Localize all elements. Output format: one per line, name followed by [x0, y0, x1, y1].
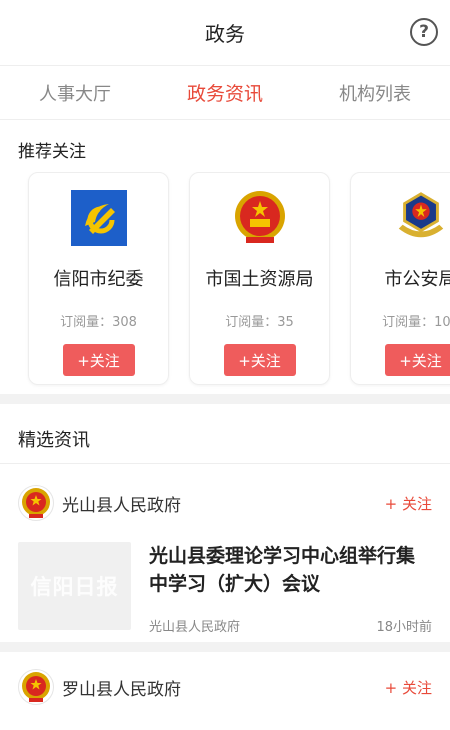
- source-name[interactable]: 罗山县人民政府: [62, 675, 385, 700]
- national-emblem-icon: [18, 485, 54, 521]
- recommend-section-title: 推荐关注: [18, 142, 86, 162]
- section-divider: [0, 642, 450, 652]
- police-emblem-icon: [393, 189, 449, 247]
- card-subscriber-count: 订阅量：35: [225, 315, 294, 330]
- news-source: 光山县人民政府: [149, 620, 241, 635]
- news-headline[interactable]: 光山县委理论学习中心组举行集中学习（扩大）会议: [149, 542, 432, 598]
- source-follow-button[interactable]: + 关注: [385, 677, 432, 698]
- tab-government-news[interactable]: 政务资讯: [150, 79, 300, 106]
- follow-button[interactable]: +关注: [223, 344, 296, 376]
- card-name: 市国土资源局: [205, 269, 314, 290]
- follow-button[interactable]: +关注: [62, 344, 135, 376]
- recommend-card[interactable]: 市国土资源局 订阅量：35 +关注: [189, 172, 330, 385]
- follow-button[interactable]: +关注: [384, 344, 450, 376]
- page-title: 政务: [205, 22, 245, 46]
- tab-personnel-hall[interactable]: 人事大厅: [0, 80, 150, 106]
- source-name[interactable]: 光山县人民政府: [62, 491, 385, 516]
- source-follow-button[interactable]: + 关注: [385, 493, 432, 514]
- news-time: 18小时前: [376, 620, 432, 635]
- national-emblem-icon: [232, 189, 288, 247]
- thumbnail-text: 信阳日报: [30, 574, 119, 599]
- news-thumbnail[interactable]: 信阳日报: [18, 542, 131, 630]
- featured-section-title: 精选资讯: [0, 404, 450, 464]
- news-item[interactable]: 信阳日报 光山县委理论学习中心组举行集中学习（扩大）会议 光山县人民政府 18小…: [0, 542, 450, 642]
- recommend-card[interactable]: 信阳市纪委 订阅量：308 +关注: [28, 172, 169, 385]
- recommend-carousel[interactable]: 信阳市纪委 订阅量：308 +关注 市国土资源局 订阅量：35 +关注 市公安局…: [0, 172, 450, 394]
- tab-bar: 人事大厅 政务资讯 机构列表: [0, 66, 450, 120]
- card-name: 信阳市纪委: [53, 269, 144, 290]
- recommend-card[interactable]: 市公安局 订阅量：100 +关注: [350, 172, 450, 385]
- tab-institution-list[interactable]: 机构列表: [300, 80, 450, 106]
- section-divider: [0, 394, 450, 404]
- card-name: 市公安局: [384, 269, 450, 290]
- news-source-row[interactable]: 罗山县人民政府 + 关注: [0, 652, 450, 722]
- help-question-icon[interactable]: ?: [410, 18, 438, 46]
- national-emblem-icon: [18, 669, 54, 705]
- card-subscriber-count: 订阅量：100: [382, 315, 450, 330]
- news-source-row[interactable]: 光山县人民政府 + 关注: [0, 464, 450, 542]
- top-bar: 政务 ?: [0, 0, 450, 66]
- card-subscriber-count: 订阅量：308: [60, 315, 137, 330]
- party-emblem-icon: [70, 189, 127, 247]
